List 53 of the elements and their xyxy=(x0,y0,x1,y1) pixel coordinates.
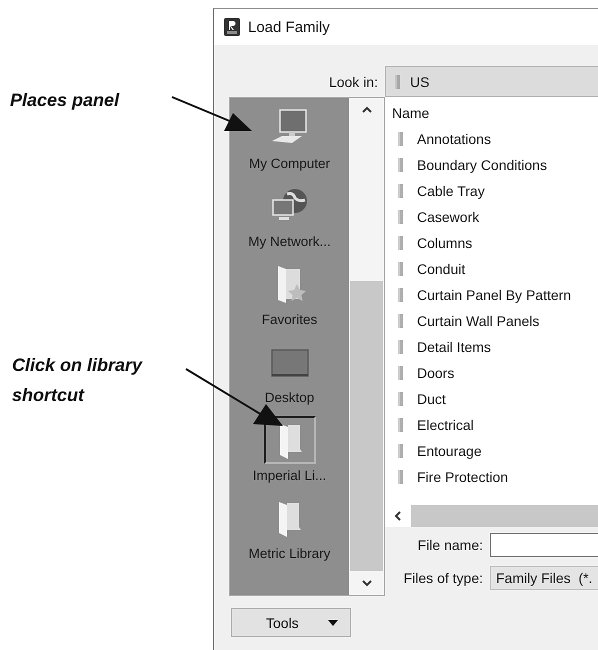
folder-item[interactable]: Boundary Conditions xyxy=(392,152,598,178)
folder-icon xyxy=(394,74,402,90)
folder-item[interactable]: Doors xyxy=(392,360,598,386)
chevron-up-icon[interactable] xyxy=(360,106,372,114)
chevron-down-icon[interactable] xyxy=(360,579,372,587)
callout-label: Places panel xyxy=(10,89,120,112)
window-title: Load Family xyxy=(248,18,330,36)
folder-icon xyxy=(397,469,405,485)
folder-item[interactable]: Curtain Wall Panels xyxy=(392,308,598,334)
callout-label: Click on library shortcut xyxy=(12,354,144,407)
look-in-dropdown[interactable]: US xyxy=(385,66,598,97)
place-item[interactable]: Imperial Li... xyxy=(252,416,326,494)
files-of-type-dropdown[interactable]: Family Files (*. xyxy=(490,566,598,590)
folder-icon xyxy=(397,157,405,173)
folder-icon xyxy=(397,131,405,147)
place-item[interactable]: Metric Library xyxy=(248,494,330,572)
folder-icon xyxy=(397,417,405,433)
files-of-type-label: Files of type: xyxy=(402,570,484,586)
column-header[interactable]: Name xyxy=(392,100,430,126)
folder-icon xyxy=(397,183,405,199)
folder-item[interactable]: Casework xyxy=(392,204,598,230)
folder-item[interactable]: Duct xyxy=(392,386,598,412)
folder-icon xyxy=(397,443,405,459)
folder-icon xyxy=(397,313,405,329)
folder-item[interactable]: Annotations xyxy=(392,126,598,152)
folder-item[interactable]: Cable Tray xyxy=(392,178,598,204)
folder-item[interactable]: Conduit xyxy=(392,256,598,282)
app-icon xyxy=(224,18,240,36)
folder-icon xyxy=(397,391,405,407)
folder-icon xyxy=(397,339,405,355)
vertical-scrollbar[interactable] xyxy=(349,98,384,595)
horizontal-scrollbar[interactable] xyxy=(385,505,598,527)
chevron-left-icon[interactable] xyxy=(393,510,403,522)
folder-item[interactable]: Detail Items xyxy=(392,334,598,360)
folder-icon xyxy=(397,261,405,277)
folder-icon xyxy=(397,209,405,225)
look-in-label: Look in: xyxy=(328,74,379,90)
place-item[interactable]: My Computer xyxy=(248,104,330,182)
place-item[interactable]: Desktop xyxy=(264,338,316,416)
place-item[interactable]: Favorites xyxy=(262,260,318,338)
folder-item[interactable]: Entourage xyxy=(392,438,598,464)
folder-item[interactable]: Columns xyxy=(392,230,598,256)
folder-icon xyxy=(397,365,405,381)
place-item[interactable]: My Network... xyxy=(248,182,331,260)
folder-item[interactable]: Curtain Panel By Pattern xyxy=(392,282,598,308)
folder-icon xyxy=(397,235,405,251)
folder-item[interactable]: Fire Protection xyxy=(392,464,598,490)
tools-button[interactable]: Tools xyxy=(231,608,351,637)
caret-icon xyxy=(328,620,338,626)
scrollbar-thumb[interactable] xyxy=(350,281,383,571)
file-name-label: File name: xyxy=(416,536,484,552)
folder-item[interactable]: Electrical xyxy=(392,412,598,438)
folder-icon xyxy=(397,287,405,303)
